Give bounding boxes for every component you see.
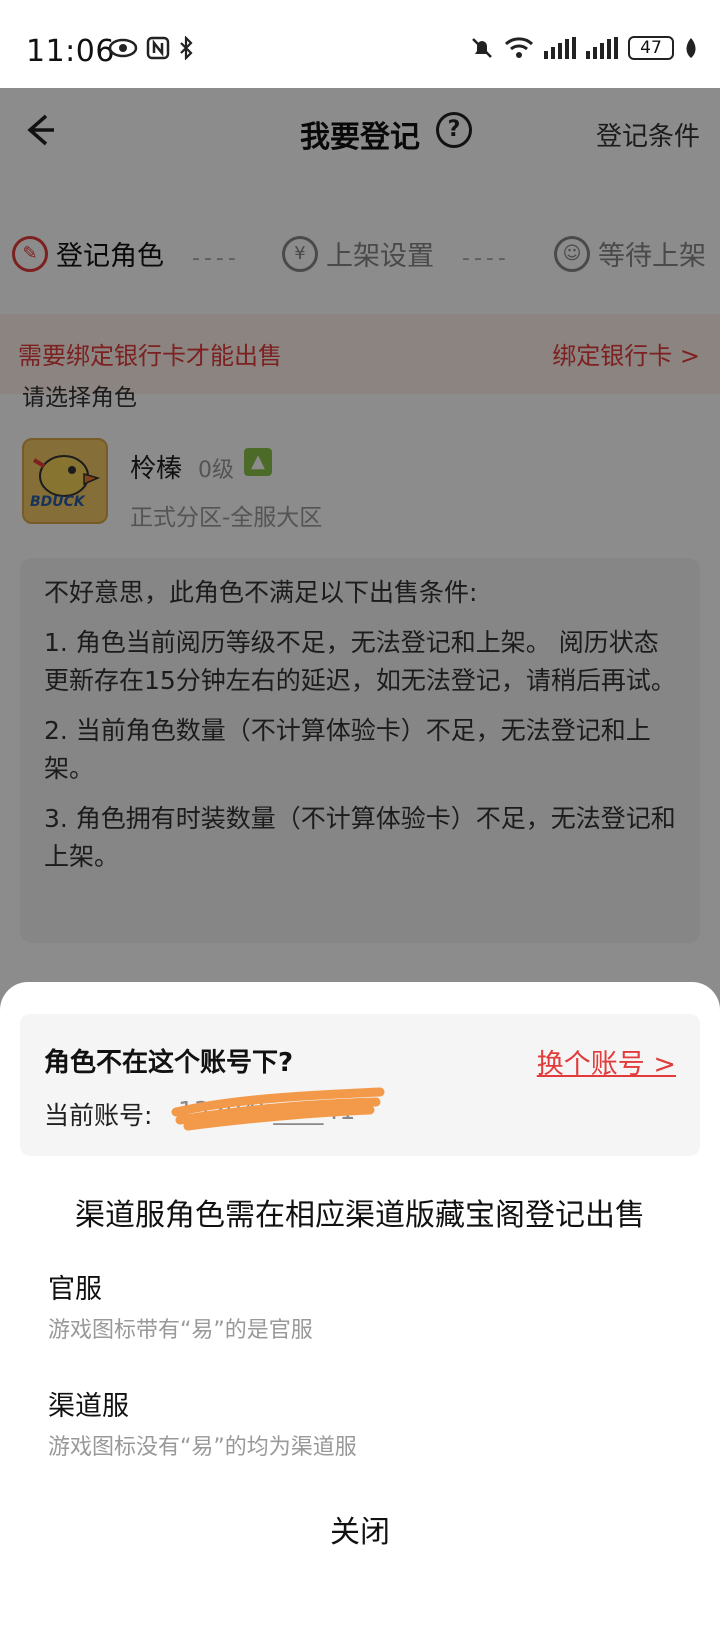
official-server-title: 官服 bbox=[48, 1274, 102, 1305]
nfc-icon bbox=[146, 36, 170, 60]
account-question: 角色不在这个账号下? bbox=[44, 1048, 294, 1078]
close-button[interactable]: 关闭 bbox=[0, 1507, 720, 1551]
current-account-label: 当前账号: bbox=[44, 1101, 153, 1130]
mute-bell-icon bbox=[472, 38, 492, 58]
switch-account-link[interactable]: 换个账号 > bbox=[537, 1042, 676, 1081]
wifi-icon bbox=[504, 37, 534, 58]
status-bar: 11:06 47 bbox=[0, 0, 720, 88]
redaction-scribble bbox=[171, 1087, 385, 1131]
signal-icon bbox=[544, 37, 576, 59]
battery-indicator: 47 bbox=[628, 36, 674, 60]
bluetooth-icon bbox=[180, 36, 193, 60]
channel-server-title: 渠道服 bbox=[48, 1391, 129, 1422]
eye-icon bbox=[108, 38, 138, 58]
status-icons-left bbox=[108, 36, 194, 60]
official-server-desc: 游戏图标带有“易”的是官服 bbox=[48, 1318, 313, 1343]
channel-server-desc: 游戏图标没有“易”的均为渠道服 bbox=[48, 1435, 357, 1460]
signal-icon-2 bbox=[586, 37, 618, 59]
bottom-sheet: 角色不在这个账号下? 换个账号 > 当前账号: 132045____41 渠道服… bbox=[0, 982, 720, 1633]
status-icons-right: 47 bbox=[470, 36, 698, 60]
leaf-icon bbox=[686, 38, 696, 58]
channel-notice-title: 渠道服角色需在相应渠道版藏宝阁登记出售 bbox=[75, 1198, 645, 1233]
account-box: 角色不在这个账号下? 换个账号 > 当前账号: 132045____41 bbox=[20, 1014, 700, 1156]
status-time: 11:06 bbox=[26, 34, 115, 69]
